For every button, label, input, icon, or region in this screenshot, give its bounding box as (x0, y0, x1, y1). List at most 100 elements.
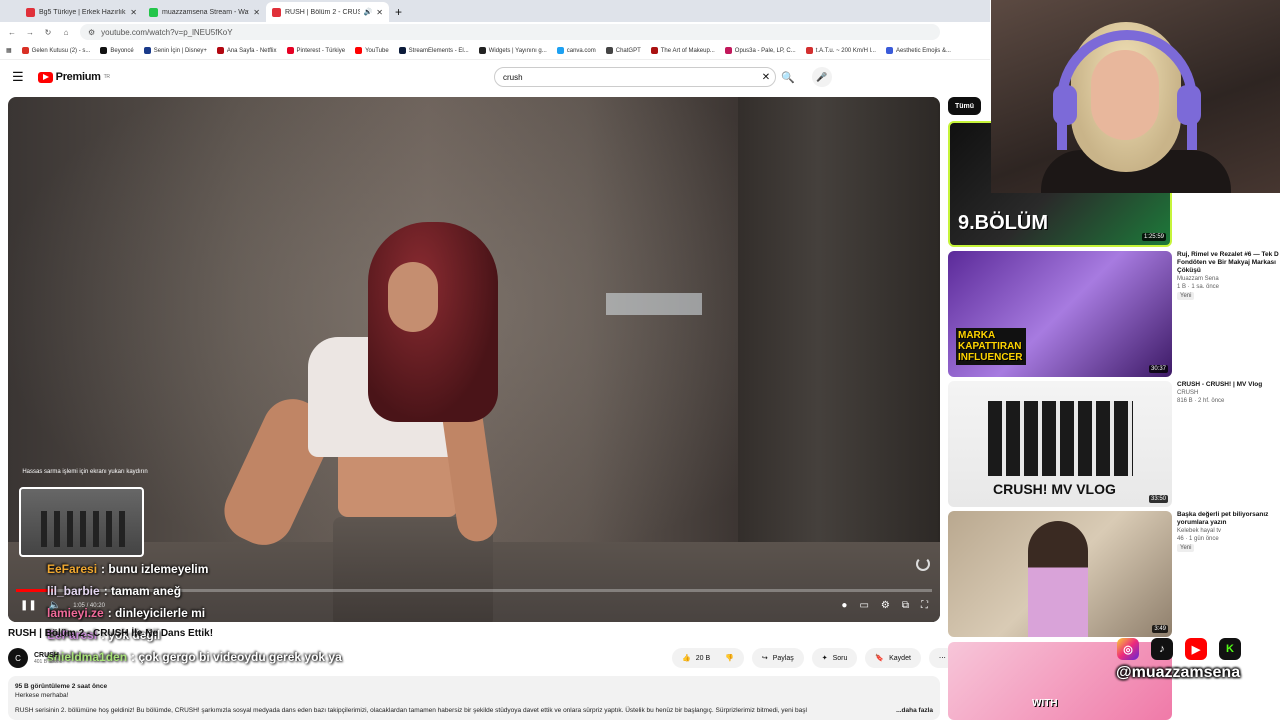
sparkle-icon: ✦ (821, 655, 828, 662)
pause-icon[interactable]: ❚❚ (20, 600, 37, 611)
youtube-favicon-icon (26, 7, 35, 17)
loading-spinner-icon (916, 557, 930, 571)
youtube-header: ☰ Premium TR crush ✕ 🔍 🎤 (0, 60, 990, 94)
description-box[interactable]: 95 B görüntüleme 2 saat önce Herkese mer… (8, 676, 940, 720)
rec-title: Ruj, Rimel ve Rezalet #6 — Tek D Fondöte… (1177, 251, 1279, 274)
microphone-icon[interactable]: 🎤 (812, 67, 832, 87)
url-field[interactable]: ⚙ youtube.com/watch?v=p_lNEU5fKoY (80, 24, 940, 40)
video-player[interactable]: Hassas sarma işlemi için ekranı yukarı k… (8, 97, 940, 622)
reload-icon[interactable]: ↻ (42, 28, 54, 37)
thumbs-down-icon[interactable]: 👎 (725, 654, 734, 662)
video-thumbnail[interactable]: CRUSH! MV VLOG 33:50 (948, 381, 1172, 507)
ask-button[interactable]: ✦ Soru (811, 648, 858, 668)
filter-chip-all[interactable]: Tümü (948, 97, 982, 115)
thumbnail-overlay-text: WITH (1032, 698, 1058, 709)
browser-tab[interactable]: Bg5 Türkiye | Erkek Hazırlık Se ✕ (20, 2, 143, 22)
search-query: crush (503, 72, 523, 82)
bookmark[interactable]: Senin İçin | Disney+ (143, 47, 207, 54)
thumbs-up-icon: 👍 (682, 655, 691, 662)
close-tab-icon[interactable]: ✕ (376, 8, 383, 17)
bookmark[interactable]: The Art of Makeup... (650, 47, 715, 54)
bookmarks-bar: ▦ Gelen Kutusu (2) - s... Beyoncé Senin … (0, 42, 990, 60)
menu-icon[interactable]: ☰ (12, 69, 24, 85)
share-icon: ↪ (761, 655, 768, 662)
share-button[interactable]: ↪ Paylaş (751, 648, 804, 668)
recommendation-item[interactable]: MARKA KAPATTIRAN INFLUENCER 30:37 Ruj, R… (948, 251, 1280, 377)
recommendation-meta: CRUSH - CRUSH! | MV Vlog CRUSH 816 B · 2… (1177, 381, 1280, 405)
settings-gear-icon[interactable]: ⚙ (881, 600, 890, 611)
youtube-logo[interactable]: Premium TR (37, 71, 110, 83)
close-tab-icon[interactable]: ✕ (130, 8, 137, 17)
duration-badge: 30:37 (1148, 365, 1168, 373)
video-thumbnail[interactable]: 3:49 (948, 511, 1172, 637)
thumbnail-overlay-text: CRUSH! MV VLOG (993, 481, 1116, 497)
kick-icon: K (1219, 638, 1241, 660)
bookmark[interactable]: StreamElements - El... (398, 47, 469, 54)
bookmark[interactable]: Ana Sayfa - Netflix (216, 47, 277, 54)
bookmark[interactable]: Aesthetic Emojis &... (885, 47, 951, 54)
apps-icon[interactable]: ▦ (6, 47, 12, 54)
youtube-icon: ▶ (1185, 638, 1207, 660)
channel-avatar[interactable]: C (8, 648, 28, 668)
home-icon[interactable]: ⌂ (60, 28, 72, 37)
chat-text: : tamam aneğ (103, 584, 182, 598)
fullscreen-icon[interactable]: ⛶ (921, 600, 928, 611)
rec-views: 1 B · 1 sa. önce (1177, 284, 1220, 290)
video-frame-light (606, 293, 702, 315)
bookmark[interactable]: Widgets | Yayınını g... (478, 47, 547, 54)
recommendation-item[interactable]: CRUSH! MV VLOG 33:50 CRUSH - CRUSH! | MV… (948, 381, 1280, 507)
recommendation-item[interactable]: 3:49 Başka değerli pet biliyorsanız yoru… (948, 511, 1280, 637)
browser-tab-active[interactable]: RUSH | Bölüm 2 - CRUSHİ 🔊 ✕ (266, 2, 389, 22)
headset-ear (1177, 85, 1201, 125)
search-icon[interactable]: 🔍 (776, 67, 800, 87)
thumbnail-person (1028, 521, 1088, 637)
close-tab-icon[interactable]: ✕ (253, 8, 260, 17)
autoplay-toggle-icon[interactable]: ● (841, 600, 847, 611)
player-controls-right: ● ▭ ⚙ ⧉ ⛶ (841, 600, 928, 611)
duration-badge: 33:50 (1148, 495, 1168, 503)
like-button[interactable]: 👍 20 B 👎 (672, 648, 744, 668)
bookmark[interactable]: Pinterest - Türkiye (286, 47, 345, 54)
address-bar-row: ← → ↻ ⌂ ⚙ youtube.com/watch?v=p_lNEU5fKo… (0, 22, 990, 42)
save-button[interactable]: 🔖 Kaydet (865, 648, 921, 668)
thumbnail-overlay-text: 9.BÖLÜM (958, 212, 1048, 234)
channel-row: C CRUSH 401 B abone (8, 648, 62, 668)
description-text: RUSH serisinin 2. bölümüne hoş geldiniz!… (15, 707, 807, 714)
browser-tab[interactable]: muazzamsena Stream - Watch ✕ (143, 2, 266, 22)
show-more-link[interactable]: ...daha fazla (896, 706, 933, 715)
forward-icon[interactable]: → (24, 28, 36, 37)
rec-views: 46 · 1 gün önce (1177, 536, 1219, 542)
rec-channel: Muazzam Sena (1177, 276, 1219, 282)
channel-name[interactable]: CRUSH (34, 652, 62, 659)
chat-message: lamieyi.ze: dinleyicilerle mi (47, 602, 342, 624)
audio-playing-icon[interactable]: 🔊 (364, 8, 373, 16)
thumbnail-overlay-text: MARKA KAPATTIRAN INFLUENCER (956, 328, 1026, 365)
subscriber-count: 401 B abone (34, 658, 63, 665)
bookmark[interactable]: ChatGPT (605, 47, 641, 54)
bookmark[interactable]: Opus3a - Pale, LP, C... (724, 47, 796, 54)
video-thumbnail[interactable]: MARKA KAPATTIRAN INFLUENCER 30:37 (948, 251, 1172, 377)
chat-message: EeFaresi: bunu izlemeyelim (47, 558, 342, 580)
social-overlay: ◎ ♪ ▶ K @muazzamsena (1112, 636, 1280, 720)
headset-ear (1053, 85, 1077, 125)
clear-search-icon[interactable]: ✕ (757, 72, 775, 83)
search-input[interactable]: crush ✕ (494, 67, 776, 87)
chat-username: lil_barbie (47, 584, 100, 598)
recommendation-meta: Başka değerli pet biliyorsanız yorumlara… (1177, 511, 1280, 552)
new-tab-button[interactable]: + (395, 2, 402, 22)
back-icon[interactable]: ← (6, 28, 18, 37)
bookmark[interactable]: Gelen Kutusu (2) - s... (21, 47, 90, 54)
youtube-play-icon (37, 71, 53, 83)
bookmark[interactable]: t.A.T.u. ~ 200 Km/H l... (805, 47, 876, 54)
bookmark[interactable]: Beyoncé (100, 47, 134, 54)
subtitles-icon[interactable]: ▭ (859, 600, 868, 611)
scroll-tip: Hassas sarma işlemi için ekranı yukarı k… (22, 469, 148, 475)
bookmark[interactable]: canva.com (556, 47, 596, 54)
site-info-icon[interactable]: ⚙ (88, 28, 95, 37)
bookmark[interactable]: YouTube (355, 47, 389, 54)
rec-views: 816 B · 2 hf. önce (1177, 398, 1225, 404)
chat-message: shieldma1den: çok gergo bi videoydu gere… (47, 646, 342, 668)
duration-badge: 1:25:59 (1141, 233, 1166, 241)
miniplayer-icon[interactable]: ⧉ (902, 600, 909, 611)
tab-title: muazzamsena Stream - Watch (162, 8, 250, 16)
